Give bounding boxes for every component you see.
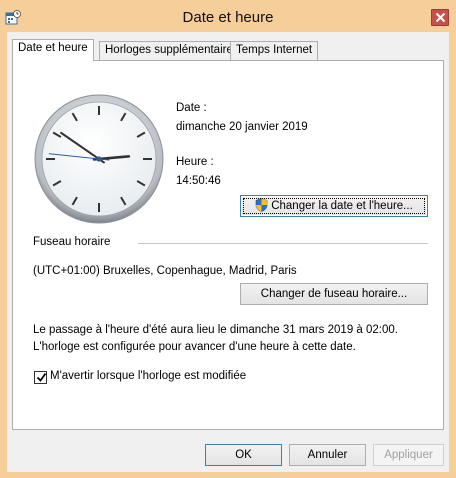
close-button[interactable] bbox=[431, 9, 449, 26]
timezone-separator bbox=[138, 243, 428, 244]
title-bar[interactable]: Date et heure bbox=[0, 0, 456, 32]
tab-panel-date-time: Date : dimanche 20 janvier 2019 Heure : … bbox=[12, 60, 444, 430]
checkmark-icon bbox=[36, 372, 47, 382]
time-value: 14:50:46 bbox=[176, 175, 221, 187]
timezone-heading: Fuseau horaire bbox=[33, 236, 111, 248]
tab-internet-time[interactable]: Temps Internet bbox=[230, 41, 319, 60]
dst-notice-line1: Le passage à l'heure d'été aura lieu le … bbox=[33, 324, 398, 336]
change-timezone-button[interactable]: Changer de fuseau horaire... bbox=[240, 283, 428, 305]
change-date-time-button[interactable]: Changer la date et l'heure... bbox=[240, 195, 428, 217]
apply-button[interactable]: Appliquer bbox=[373, 444, 444, 466]
window-title: Date et heure bbox=[182, 9, 274, 26]
date-time-window: Date et heure Date et heure Horloges sup… bbox=[0, 0, 456, 478]
cancel-button[interactable]: Annuler bbox=[289, 444, 366, 466]
analog-clock bbox=[34, 94, 164, 224]
date-value: dimanche 20 janvier 2019 bbox=[176, 121, 308, 133]
dst-notice-line2: L'horloge est configurée pour avancer d'… bbox=[33, 341, 356, 353]
dialog-client-area: Date et heure Horloges supplémentaires T… bbox=[7, 32, 449, 472]
close-icon bbox=[435, 12, 446, 23]
timezone-value: (UTC+01:00) Bruxelles, Copenhague, Madri… bbox=[33, 265, 297, 277]
time-label: Heure : bbox=[176, 156, 214, 168]
date-label: Date : bbox=[176, 102, 207, 114]
tab-date-time[interactable]: Date et heure bbox=[12, 39, 94, 61]
ok-button[interactable]: OK bbox=[205, 444, 282, 466]
notify-checkbox-label[interactable]: M'avertir lorsque l'horloge est modifiée bbox=[50, 370, 246, 382]
tab-additional-clocks[interactable]: Horloges supplémentaires bbox=[99, 41, 245, 60]
notify-checkbox[interactable] bbox=[34, 371, 47, 384]
